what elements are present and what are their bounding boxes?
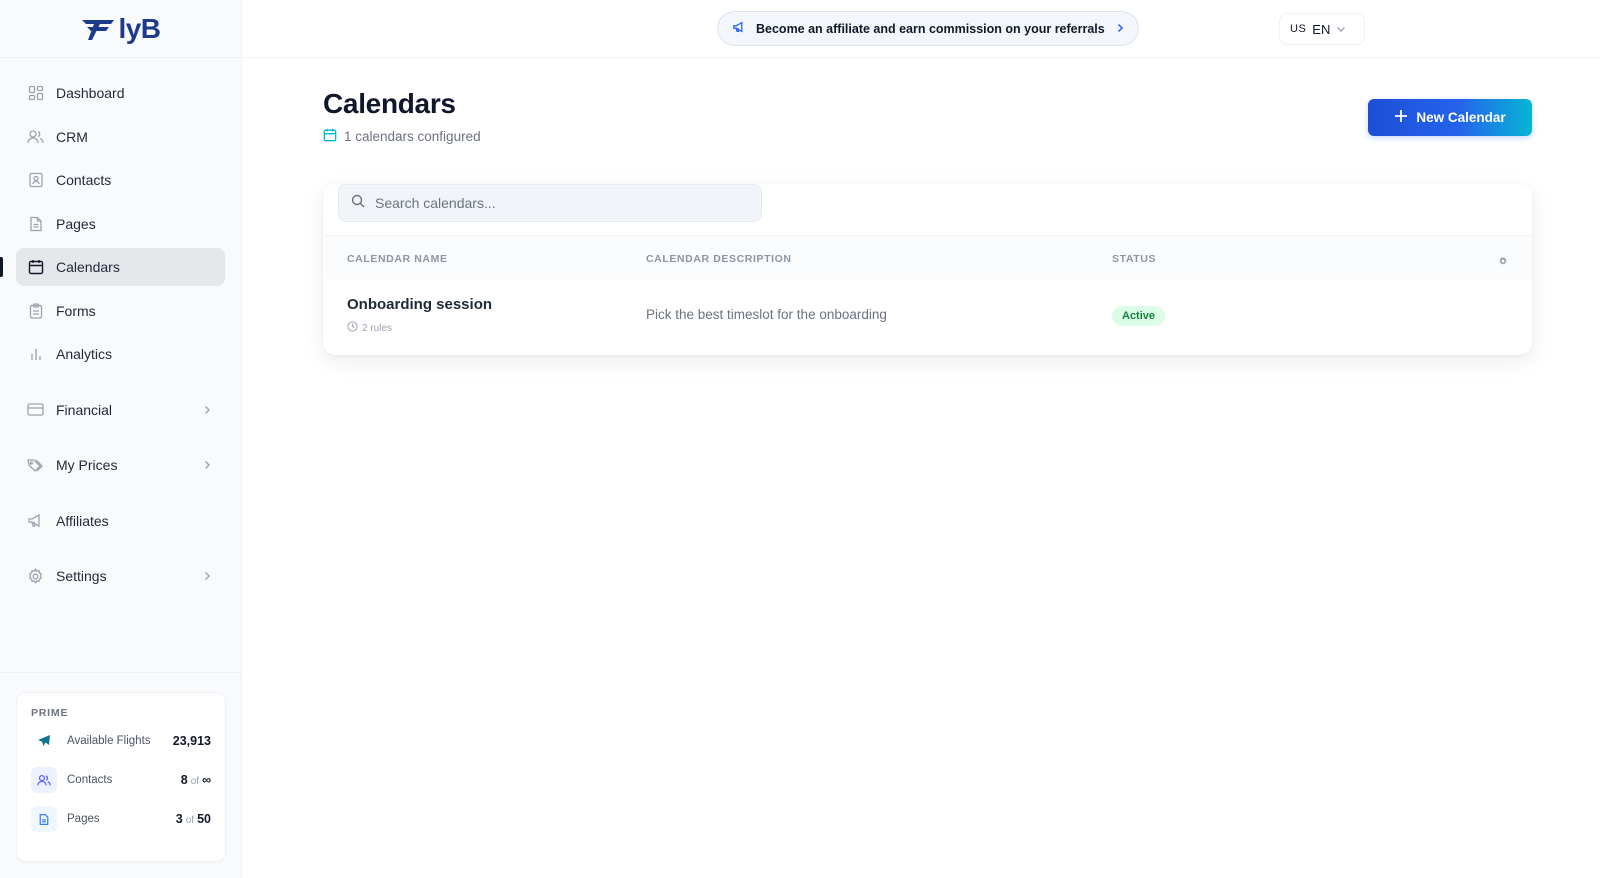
sidebar-item-label: Calendars <box>56 259 120 275</box>
sidebar-item-label: Contacts <box>56 172 112 188</box>
sidebar-item-financial[interactable]: Financial <box>16 391 225 429</box>
users-icon <box>27 128 44 145</box>
calendar-name[interactable]: Onboarding session <box>347 296 492 313</box>
prime-row-flights: Available Flights 23,913 <box>31 727 211 755</box>
table-row[interactable]: Onboarding session 2 rules Pick the best… <box>323 279 1532 355</box>
sidebar-item-crm[interactable]: CRM <box>16 118 225 156</box>
page-subtitle: 1 calendars configured <box>323 128 481 145</box>
sidebar: lyB Dashboard CRM Contacts Pages Calenda… <box>0 0 242 878</box>
affiliate-banner-text: Become an affiliate and earn commission … <box>756 21 1105 36</box>
sidebar-item-label: Financial <box>56 401 113 418</box>
gear-icon <box>27 567 44 585</box>
clipboard-icon <box>27 302 44 319</box>
prime-count: 3 <box>175 812 183 826</box>
prime-label: Contacts <box>67 774 113 786</box>
prime-count: 8 <box>180 773 188 787</box>
sidebar-nav: Dashboard CRM Contacts Pages Calendars F… <box>0 58 241 595</box>
prime-of: of <box>185 815 195 826</box>
table-header: CALENDAR NAME CALENDAR DESCRIPTION STATU… <box>323 235 1532 279</box>
status-badge: Active <box>1112 306 1166 326</box>
chevron-right-icon <box>203 402 211 418</box>
prime-value: 23,913 <box>172 734 211 748</box>
tag-icon <box>27 457 44 474</box>
logo[interactable]: lyB <box>80 12 161 45</box>
chevron-right-icon <box>1116 20 1124 38</box>
megaphone-icon <box>732 20 746 38</box>
sidebar-item-label: Pages <box>56 215 96 232</box>
new-calendar-button[interactable]: New Calendar <box>1368 99 1532 136</box>
page-title: Calendars <box>323 88 456 119</box>
sidebar-item-my-prices[interactable]: My Prices <box>16 446 225 484</box>
table-settings-gear-icon[interactable] <box>1498 253 1508 271</box>
sidebar-item-settings[interactable]: Settings <box>16 557 225 595</box>
sidebar-item-label: Forms <box>56 302 96 319</box>
page-icon <box>31 806 57 832</box>
credit-card-icon <box>27 401 44 418</box>
country-code: US <box>1290 23 1307 35</box>
prime-usage-card: PRIME Available Flights 23,913 Contacts … <box>16 692 226 862</box>
logo-area: lyB <box>0 0 241 58</box>
search-box <box>338 184 762 222</box>
sidebar-item-label: CRM <box>56 128 88 145</box>
chevron-down-icon <box>1336 20 1346 38</box>
prime-max: 50 <box>197 812 211 826</box>
sidebar-item-label: My Prices <box>56 457 118 473</box>
prime-max: ∞ <box>202 773 211 787</box>
topbar: Become an affiliate and earn commission … <box>242 0 1600 58</box>
prime-label: Available Flights <box>67 735 151 747</box>
prime-label: Pages <box>67 813 100 825</box>
chevron-right-icon <box>203 568 211 584</box>
sidebar-item-contacts[interactable]: Contacts <box>16 161 225 199</box>
calendar-rules: 2 rules <box>347 321 392 335</box>
sidebar-item-label: Dashboard <box>56 85 125 101</box>
users-icon <box>31 767 57 793</box>
plane-icon <box>31 728 57 754</box>
calendar-icon <box>323 128 337 145</box>
prime-row-contacts: Contacts 8 of ∞ <box>31 766 211 794</box>
search-input[interactable] <box>375 195 735 211</box>
page-icon <box>27 215 44 232</box>
bar-chart-icon <box>27 346 44 363</box>
sidebar-divider <box>0 672 242 673</box>
column-header-calendar-description[interactable]: CALENDAR DESCRIPTION <box>646 253 792 265</box>
column-header-calendar-name[interactable]: CALENDAR NAME <box>347 253 448 265</box>
search-icon <box>351 194 365 213</box>
logo-text: lyB <box>118 12 161 44</box>
sidebar-item-pages[interactable]: Pages <box>16 205 225 243</box>
prime-row-pages: Pages 3 of 50 <box>31 805 211 833</box>
contacts-icon <box>27 172 44 189</box>
clock-icon <box>347 321 358 335</box>
sidebar-item-forms[interactable]: Forms <box>16 292 225 330</box>
calendar-icon <box>27 259 44 276</box>
prime-of: of <box>190 776 200 787</box>
affiliate-banner[interactable]: Become an affiliate and earn commission … <box>717 11 1139 46</box>
sidebar-item-analytics[interactable]: Analytics <box>16 335 225 373</box>
sidebar-item-calendars[interactable]: Calendars <box>0 248 225 286</box>
sidebar-item-affiliates[interactable]: Affiliates <box>16 502 225 540</box>
new-calendar-label: New Calendar <box>1416 110 1506 125</box>
calendar-rules-text: 2 rules <box>362 322 393 334</box>
column-header-status[interactable]: STATUS <box>1112 253 1156 265</box>
sidebar-item-label: Analytics <box>56 346 113 362</box>
sidebar-item-label: Settings <box>56 568 107 584</box>
calendar-description: Pick the best timeslot for the onboardin… <box>646 307 887 322</box>
language-code: EN <box>1312 21 1331 37</box>
prime-title: PRIME <box>31 707 69 719</box>
sidebar-item-dashboard[interactable]: Dashboard <box>16 74 225 112</box>
plus-icon <box>1394 109 1408 126</box>
dashboard-icon <box>27 85 44 102</box>
prime-value: 8 of ∞ <box>181 773 211 787</box>
sidebar-item-label: Affiliates <box>56 512 109 529</box>
megaphone-icon <box>27 512 44 529</box>
calendars-count-text: 1 calendars configured <box>344 129 481 144</box>
logo-wings-icon <box>82 19 115 40</box>
prime-value: 3 of 50 <box>176 812 211 826</box>
language-selector[interactable]: US EN <box>1279 13 1365 45</box>
chevron-right-icon <box>203 457 211 473</box>
calendars-table-panel: CALENDAR NAME CALENDAR DESCRIPTION STATU… <box>323 184 1532 355</box>
